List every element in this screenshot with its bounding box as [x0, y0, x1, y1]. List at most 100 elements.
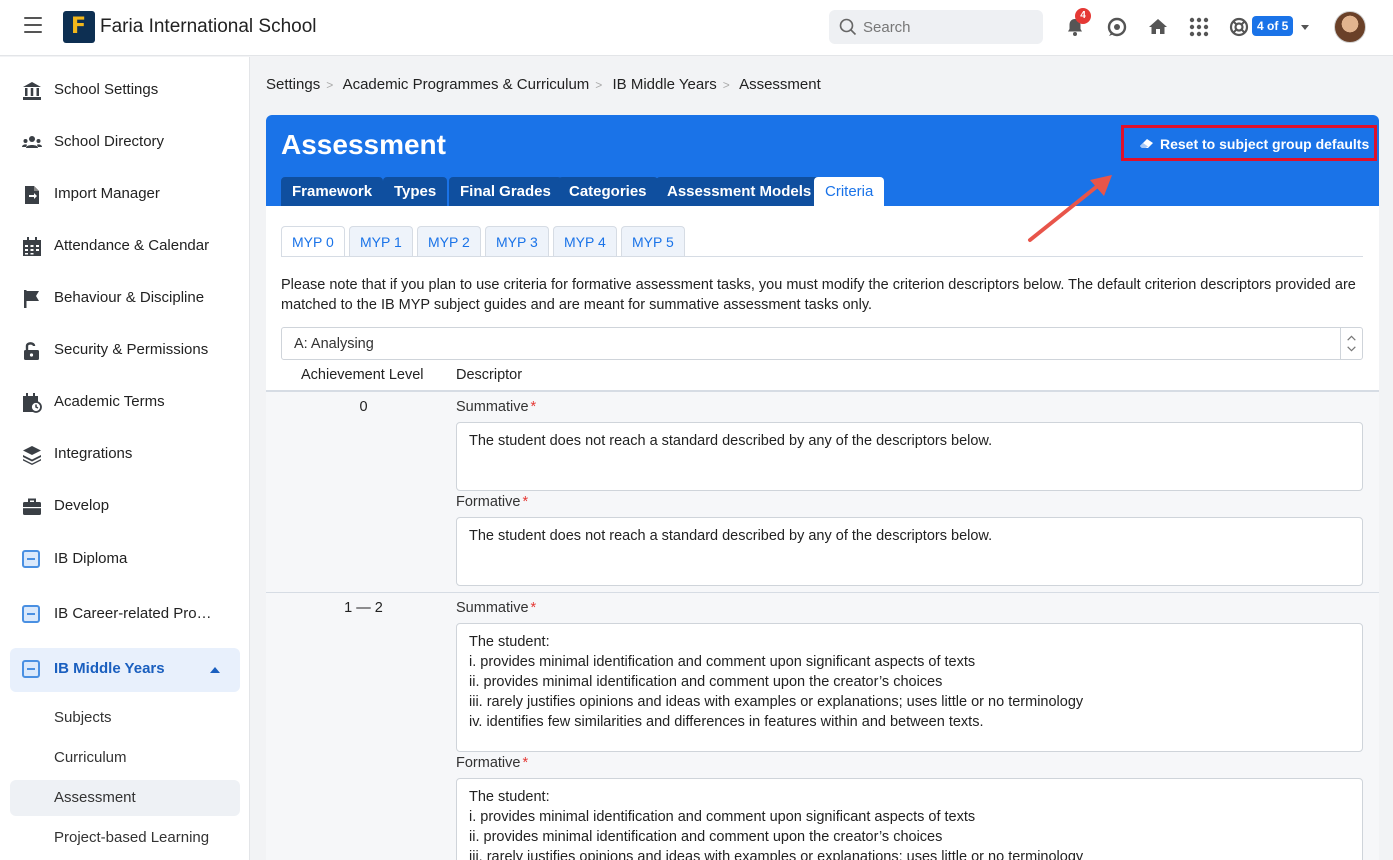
briefcase-icon: [23, 498, 41, 515]
breadcrumb-ib-middle-years[interactable]: IB Middle Years: [612, 76, 716, 93]
sidebar-item-ib-career-related[interactable]: IB Career-related Pro…: [10, 593, 240, 637]
lock-icon: [24, 342, 39, 360]
sidebar-item-label: Import Manager: [54, 185, 160, 202]
reset-to-defaults-button[interactable]: Reset to subject group defaults: [1121, 125, 1377, 161]
tab-myp-5[interactable]: MYP 5: [621, 226, 685, 256]
help-lifebuoy-icon[interactable]: [1228, 16, 1250, 38]
breadcrumb-assessment: Assessment: [739, 76, 821, 93]
sidebar-item-security-permissions[interactable]: Security & Permissions: [10, 329, 240, 373]
tab-assessment-models[interactable]: Assessment Models: [656, 177, 823, 206]
tab-types[interactable]: Types: [383, 177, 448, 206]
tab-criteria[interactable]: Criteria: [814, 177, 885, 206]
sidebar-item-academic-terms[interactable]: Academic Terms: [10, 381, 240, 425]
search-input[interactable]: [863, 10, 1033, 44]
breadcrumb: Settings > Academic Programmes & Curricul…: [266, 76, 821, 93]
formative-label: Formative *: [456, 494, 528, 510]
achievement-level-value: 1 — 2: [344, 600, 383, 616]
tab-final-grades[interactable]: Final Grades: [449, 177, 562, 206]
summative-descriptor-field[interactable]: The student does not reach a standard de…: [456, 422, 1363, 491]
home-icon[interactable]: [1147, 16, 1169, 38]
tab-myp-2[interactable]: MYP 2: [417, 226, 481, 256]
chevron-down-icon[interactable]: [1301, 25, 1309, 30]
layers-icon: [23, 446, 41, 465]
sidebar-item-attendance-calendar[interactable]: Attendance & Calendar: [10, 225, 240, 269]
apps-grid-icon[interactable]: [1188, 16, 1210, 38]
sidebar-item-develop[interactable]: Develop: [10, 485, 240, 529]
chevron-up-icon[interactable]: [210, 667, 220, 673]
formative-label-text: Formative: [456, 755, 521, 771]
summative-label: Summative *: [456, 399, 536, 415]
sidebar-subitem-subjects[interactable]: Subjects: [10, 700, 240, 736]
panel-header: Assessment Reset to subject group defaul…: [266, 115, 1379, 206]
calendar-grid-icon: [23, 237, 41, 256]
breadcrumb-separator: >: [722, 78, 730, 92]
column-header-achievement-level: Achievement Level: [301, 367, 424, 383]
sidebar-item-school-directory[interactable]: School Directory: [10, 121, 240, 165]
sidebar-subitem-label: Subjects: [54, 709, 112, 726]
breadcrumb-academic-programmes[interactable]: Academic Programmes & Curriculum: [343, 76, 590, 93]
top-navigation-bar: F Faria International School 4 4 of 5: [0, 0, 1393, 56]
sidebar-item-import-manager[interactable]: Import Manager: [10, 173, 240, 217]
ib-dp-icon: [22, 550, 42, 570]
sidebar-subitem-assessment[interactable]: Assessment: [10, 780, 240, 816]
criterion-select-value: A: Analysing: [294, 336, 374, 352]
sidebar-item-label: IB Middle Years: [54, 660, 165, 677]
ib-cp-icon: [22, 605, 42, 625]
school-logo[interactable]: F: [63, 11, 95, 43]
sidebar-item-label: Behaviour & Discipline: [54, 289, 205, 306]
achievement-level-value: 0: [359, 399, 368, 415]
summative-label-text: Summative: [456, 600, 529, 616]
page-title: Assessment: [281, 129, 446, 160]
select-arrows-icon[interactable]: [1340, 328, 1362, 359]
breadcrumb-separator: >: [595, 78, 603, 92]
tab-categories[interactable]: Categories: [558, 177, 658, 206]
formative-criteria-note: Please note that if you plan to use crit…: [281, 277, 1356, 313]
ib-myp-icon: [22, 660, 42, 680]
sidebar-item-label: Academic Terms: [54, 393, 165, 410]
sidebar-item-label: Attendance & Calendar: [54, 237, 210, 254]
sidebar-subitem-curriculum[interactable]: Curriculum: [10, 740, 240, 776]
tab-myp-3[interactable]: MYP 3: [485, 226, 549, 256]
hamburger-menu-icon[interactable]: [24, 17, 42, 35]
page-counter-badge[interactable]: 4 of 5: [1252, 16, 1294, 36]
tab-myp-4[interactable]: MYP 4: [553, 226, 617, 256]
annotation-arrow-icon: [1028, 175, 1112, 242]
reset-button-label: Reset to subject group defaults: [1160, 136, 1370, 152]
sidebar-item-ib-middle-years[interactable]: IB Middle Years: [10, 648, 240, 692]
sidebar-item-label: Integrations: [54, 445, 133, 462]
formative-descriptor-field[interactable]: The student: i. provides minimal identif…: [456, 778, 1363, 860]
tab-framework[interactable]: Framework: [281, 177, 384, 206]
summative-descriptor-field[interactable]: The student: i. provides minimal identif…: [456, 623, 1363, 752]
sidebar-item-label: IB Diploma: [54, 550, 128, 567]
tab-myp-0[interactable]: MYP 0: [281, 226, 345, 257]
users-icon: [22, 136, 42, 148]
sidebar-item-behaviour-discipline[interactable]: Behaviour & Discipline: [10, 277, 240, 321]
sidebar-item-school-settings[interactable]: School Settings: [10, 69, 240, 113]
sidebar-subitem-label: Assessment: [54, 789, 136, 806]
user-avatar[interactable]: [1334, 11, 1366, 43]
year-tabs-divider: [281, 256, 1363, 257]
sidebar-item-label: IB Career-related Pro…: [54, 605, 212, 622]
chat-icon[interactable]: [1106, 16, 1128, 38]
search-box[interactable]: [829, 10, 1043, 44]
sidebar-subitem-label: Curriculum: [54, 749, 127, 766]
sidebar-item-label: School Settings: [54, 81, 159, 98]
criterion-select[interactable]: A: Analysing: [281, 327, 1363, 360]
summative-label: Summative *: [456, 600, 536, 616]
formative-descriptor-field[interactable]: The student does not reach a standard de…: [456, 517, 1363, 586]
formative-label: Formative *: [456, 755, 528, 771]
required-marker: *: [522, 494, 529, 510]
breadcrumb-separator: >: [326, 78, 334, 92]
required-marker: *: [522, 755, 529, 771]
required-marker: *: [530, 600, 537, 616]
sidebar-item-integrations[interactable]: Integrations: [10, 433, 240, 477]
sidebar-item-ib-diploma[interactable]: IB Diploma: [10, 538, 240, 582]
school-name[interactable]: Faria International School: [100, 16, 317, 38]
required-marker: *: [530, 399, 537, 415]
sidebar-subitem-label: Project-based Learning: [54, 829, 210, 846]
column-header-descriptor: Descriptor: [456, 367, 523, 383]
tab-myp-1[interactable]: MYP 1: [349, 226, 413, 256]
sidebar-subitem-project-based-learning[interactable]: Project-based Learning: [10, 820, 240, 856]
breadcrumb-settings[interactable]: Settings: [266, 76, 320, 93]
summative-label-text: Summative: [456, 399, 529, 415]
